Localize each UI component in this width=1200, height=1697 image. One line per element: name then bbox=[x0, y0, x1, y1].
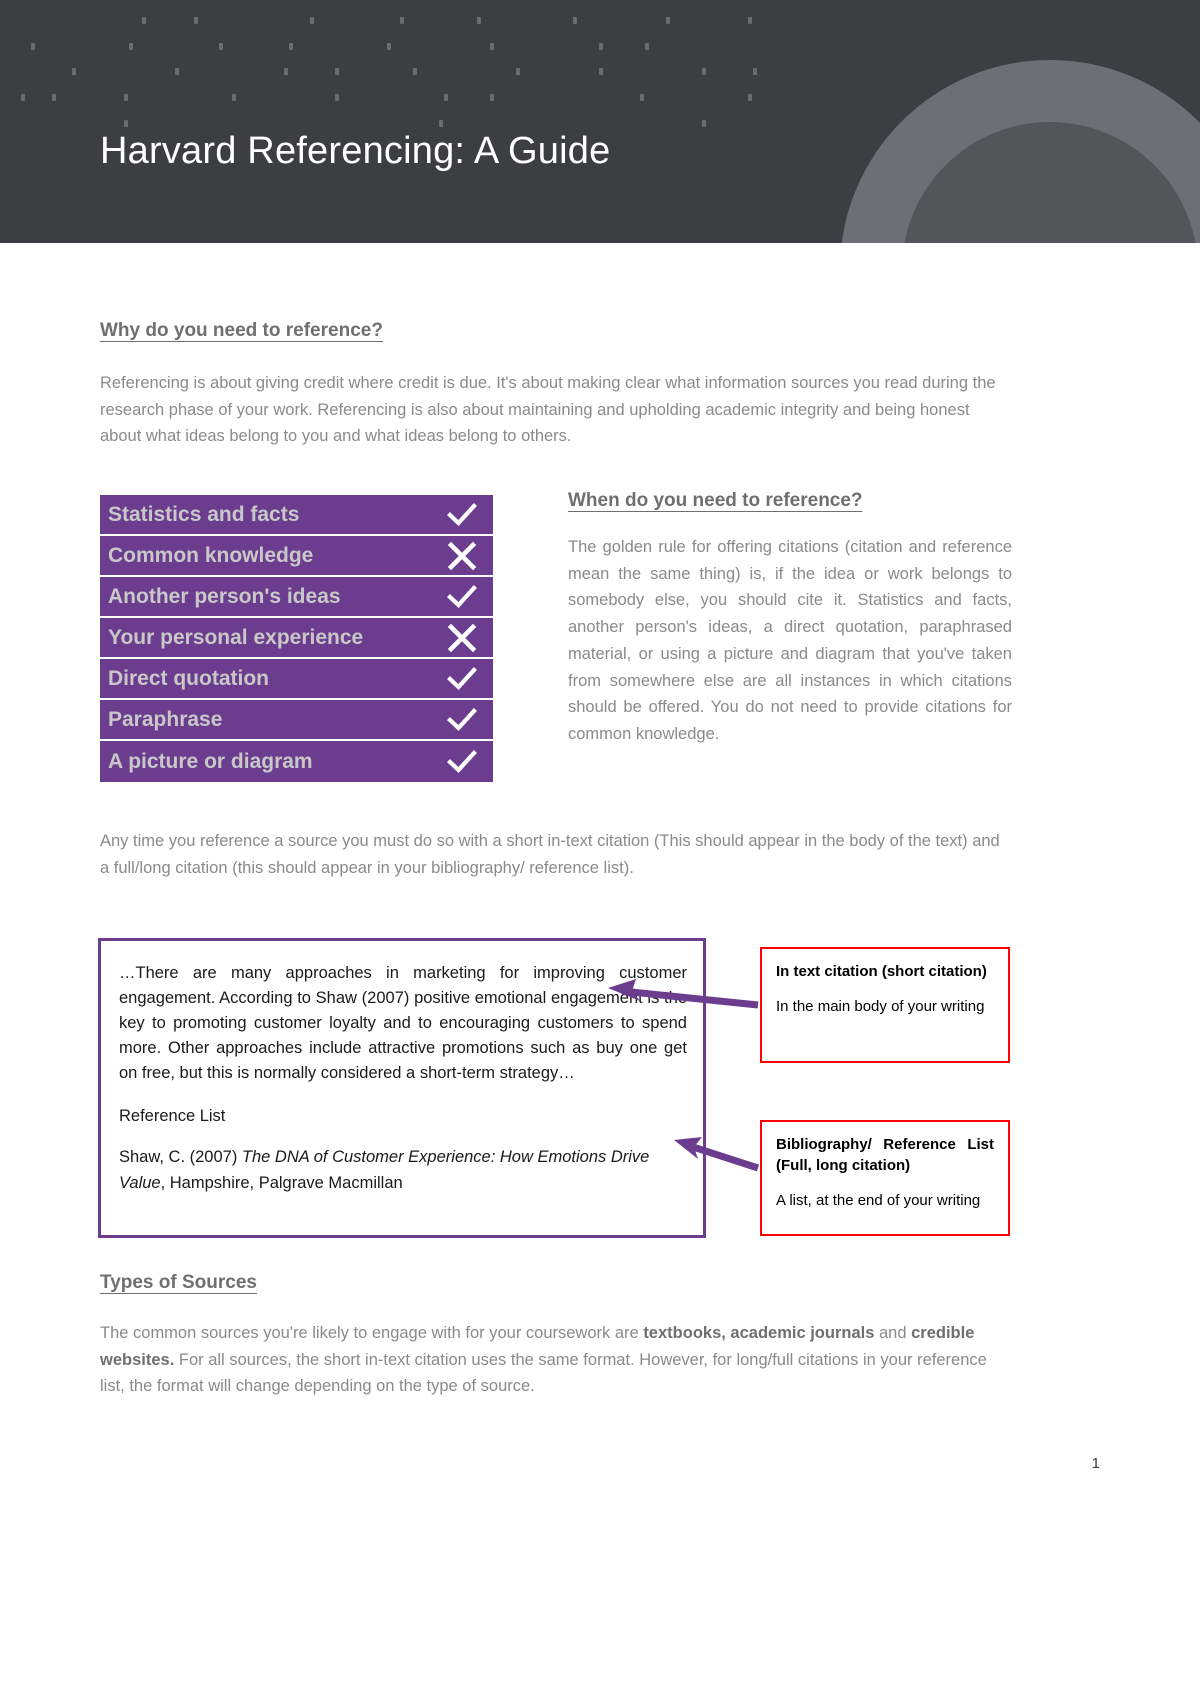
decorative-dot bbox=[30, 42, 35, 50]
check-icon bbox=[445, 662, 479, 696]
types-text-part1: The common sources you're likely to enga… bbox=[100, 1324, 644, 1342]
decorative-dot bbox=[443, 94, 448, 102]
decorative-dot bbox=[283, 68, 288, 76]
decorative-dot bbox=[490, 42, 495, 50]
callout-bibliography-title: Bibliography/ Reference List (Full, long… bbox=[776, 1136, 994, 1174]
header-dot-pattern bbox=[0, 0, 780, 150]
types-text-bold1: textbooks, academic journals bbox=[643, 1324, 875, 1342]
checklist-row-label: A picture or diagram bbox=[108, 749, 313, 773]
cross-icon bbox=[445, 621, 479, 655]
ring-inner-shape bbox=[902, 122, 1198, 243]
checklist-row-label: Direct quotation bbox=[108, 666, 269, 690]
decorative-dot bbox=[490, 94, 495, 102]
callout-in-text-title: In text citation (short citation) bbox=[776, 963, 987, 980]
checklist-row-label: Another person's ideas bbox=[108, 584, 341, 608]
types-text-part2: and bbox=[874, 1324, 912, 1342]
decorative-dot bbox=[51, 94, 56, 102]
decorative-dot bbox=[516, 68, 520, 76]
paragraph-why-reference: Referencing is about giving credit where… bbox=[100, 374, 996, 446]
checklist-row: Another person's ideas bbox=[100, 577, 493, 618]
callout-in-text-body: In the main body of your writing bbox=[776, 998, 985, 1015]
callout-bibliography-body: A list, at the end of your writing bbox=[776, 1192, 981, 1209]
decorative-dot bbox=[748, 16, 753, 24]
checklist-row: Direct quotation bbox=[100, 659, 493, 700]
decorative-dot bbox=[748, 94, 753, 102]
callout-bibliography: Bibliography/ Reference List (Full, long… bbox=[760, 1120, 1010, 1236]
check-icon bbox=[445, 580, 479, 614]
header-ring-decoration bbox=[840, 60, 1200, 243]
decorative-dot bbox=[753, 68, 758, 76]
decorative-dot bbox=[645, 42, 649, 50]
decorative-dot bbox=[598, 68, 603, 76]
checklist-row: Your personal experience bbox=[100, 618, 493, 659]
checklist-row: Paraphrase bbox=[100, 700, 493, 741]
decorative-dot bbox=[141, 16, 146, 24]
document-page: Harvard Referencing: A Guide Why do you … bbox=[0, 0, 1200, 1697]
decorative-dot bbox=[123, 94, 128, 102]
decorative-dot bbox=[129, 42, 133, 50]
checklist-row: Common knowledge bbox=[100, 536, 493, 577]
decorative-dot bbox=[232, 94, 237, 102]
decorative-dot bbox=[701, 120, 706, 128]
paragraph-types-of-sources: The common sources you're likely to enga… bbox=[100, 1320, 1012, 1400]
decorative-dot bbox=[288, 42, 293, 50]
decorative-dot bbox=[309, 16, 314, 24]
checklist-row: A picture or diagram bbox=[100, 741, 493, 782]
decorative-dot bbox=[665, 16, 670, 24]
decorative-dot bbox=[193, 16, 198, 24]
decorative-dot bbox=[335, 94, 340, 102]
checklist-row-label: Your personal experience bbox=[108, 625, 364, 649]
checklist-row-label: Statistics and facts bbox=[108, 502, 300, 526]
decorative-dot bbox=[335, 68, 340, 76]
paragraph-anytime-reference: Any time you reference a source you must… bbox=[100, 832, 1000, 877]
checklist-row-label: Paraphrase bbox=[108, 707, 223, 731]
heading-types-of-sources: Types of Sources bbox=[100, 1272, 257, 1293]
page-number: 1 bbox=[1091, 1455, 1100, 1472]
heading-why-reference: Why do you need to reference? bbox=[100, 320, 383, 341]
decorative-dot bbox=[639, 94, 644, 102]
example-citation-box: …There are many approaches in marketing … bbox=[98, 938, 706, 1238]
checklist-row: Statistics and facts bbox=[100, 495, 493, 536]
page-title: Harvard Referencing: A Guide bbox=[100, 130, 611, 172]
ring-outer-shape bbox=[840, 60, 1200, 243]
example-excerpt-text: …There are many approaches in marketing … bbox=[119, 964, 687, 1083]
decorative-dot bbox=[477, 16, 482, 24]
cross-icon bbox=[445, 539, 479, 573]
checklist-row-label: Common knowledge bbox=[108, 543, 314, 567]
decorative-dot bbox=[598, 42, 603, 50]
reference-entry-author-year: Shaw, C. (2007) bbox=[119, 1148, 242, 1167]
page-header-banner: Harvard Referencing: A Guide bbox=[0, 0, 1200, 243]
check-icon bbox=[445, 703, 479, 737]
decorative-dot bbox=[412, 68, 417, 76]
types-text-part3: For all sources, the short in-text citat… bbox=[100, 1350, 987, 1396]
decorative-dot bbox=[387, 42, 391, 50]
example-reference-entry: Shaw, C. (2007) The DNA of Customer Expe… bbox=[119, 1145, 687, 1195]
callout-in-text-citation: In text citation (short citation) In the… bbox=[760, 947, 1010, 1063]
reference-entry-publisher: , Hampshire, Palgrave Macmillan bbox=[160, 1173, 403, 1192]
decorative-dot bbox=[438, 120, 443, 128]
check-icon bbox=[445, 745, 479, 779]
decorative-dot bbox=[175, 68, 180, 76]
reference-checklist-table: Statistics and facts Common knowledge Anot… bbox=[100, 495, 493, 782]
decorative-dot bbox=[219, 42, 224, 50]
decorative-dot bbox=[123, 120, 128, 128]
decorative-dot bbox=[572, 16, 577, 24]
decorative-dot bbox=[399, 16, 404, 24]
heading-when-reference: When do you need to reference? bbox=[568, 490, 863, 511]
decorative-dot bbox=[701, 68, 706, 76]
paragraph-when-reference: The golden rule for offering citations (… bbox=[568, 538, 1012, 744]
decorative-dot bbox=[72, 68, 77, 76]
when-reference-block: When do you need to reference? The golde… bbox=[568, 490, 1012, 748]
example-reference-list-label: Reference List bbox=[119, 1107, 226, 1126]
decorative-dot bbox=[20, 94, 25, 102]
check-icon bbox=[445, 498, 479, 532]
